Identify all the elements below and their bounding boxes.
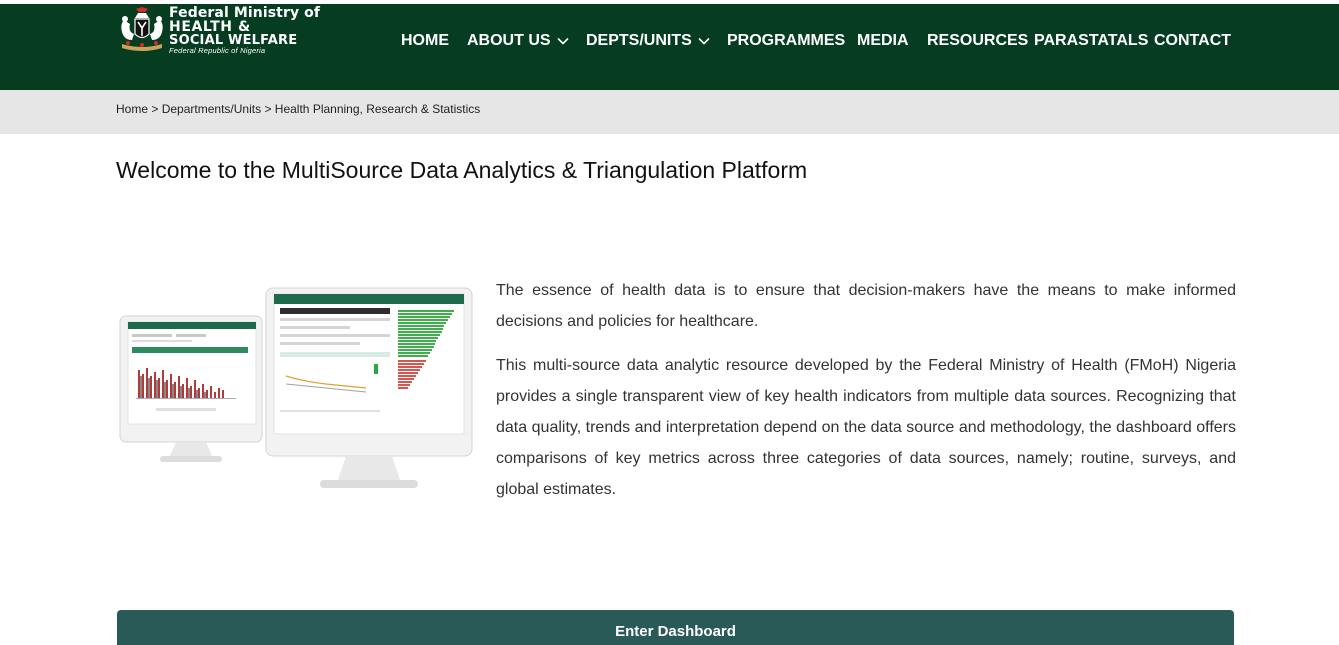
intro-text: The essence of health data is to ensure …	[496, 275, 1236, 518]
nav-programmes-label: PROGRAMMES	[727, 32, 846, 49]
brand-text: Federal Ministry of HEALTH & SOCIAL WELF…	[169, 6, 320, 55]
chevron-down-icon	[556, 37, 569, 45]
page-title: Welcome to the MultiSource Data Analytic…	[116, 157, 808, 183]
nav-depts-units[interactable]: DEPTS/UNITS	[586, 32, 710, 50]
nav-about-us[interactable]: ABOUT US	[467, 32, 569, 50]
site-header: Federal Ministry of HEALTH & SOCIAL WELF…	[0, 4, 1339, 90]
nav-parastatals[interactable]: PARASTATALS	[1034, 32, 1148, 50]
nav-programmes[interactable]: PROGRAMMES	[727, 32, 845, 50]
coat-of-arms-icon	[121, 7, 163, 51]
breadcrumb-separator: >	[264, 102, 272, 116]
enter-dashboard-button[interactable]: Enter Dashboard	[117, 610, 1234, 645]
chevron-down-icon	[698, 37, 710, 45]
nav-depts-units-label: DEPTS/UNITS	[586, 32, 692, 49]
nav-media-label: MEDIA	[857, 32, 909, 49]
nav-about-us-label: ABOUT US	[467, 32, 551, 49]
breadcrumb-separator: >	[151, 102, 159, 116]
nav-resources-label: RESOURCES	[927, 32, 1029, 49]
breadcrumb-home[interactable]: Home	[116, 102, 148, 116]
brand-line1: Federal Ministry of	[169, 5, 321, 21]
nav-home[interactable]: HOME	[401, 32, 449, 50]
nav-contact-label: CONTACT	[1154, 32, 1232, 49]
breadcrumb: Home > Departments/Units > Health Planni…	[116, 102, 480, 116]
left-monitor	[119, 315, 263, 462]
breadcrumb-departments[interactable]: Departments/Units	[162, 102, 261, 116]
site-logo[interactable]: Federal Ministry of HEALTH & SOCIAL WELF…	[116, 6, 320, 56]
nav-home-label: HOME	[401, 32, 449, 49]
intro-paragraph-1: The essence of health data is to ensure …	[496, 282, 1236, 330]
nav-parastatals-label: PARASTATALS	[1034, 32, 1149, 49]
nav-contact[interactable]: CONTACT	[1154, 32, 1231, 50]
dashboard-preview-image	[119, 287, 473, 488]
breadcrumb-bar: Home > Departments/Units > Health Planni…	[0, 90, 1339, 134]
brand-line2: HEALTH &	[169, 19, 251, 35]
intro-paragraph-2: This multi-source data analytic resource…	[496, 357, 1236, 498]
right-monitor	[265, 287, 473, 488]
nav-resources[interactable]: RESOURCES	[927, 32, 1028, 50]
breadcrumb-current: Health Planning, Research & Statistics	[274, 102, 481, 116]
brand-tagline: Federal Republic of Nigeria	[169, 46, 266, 55]
nav-media[interactable]: MEDIA	[857, 32, 909, 50]
